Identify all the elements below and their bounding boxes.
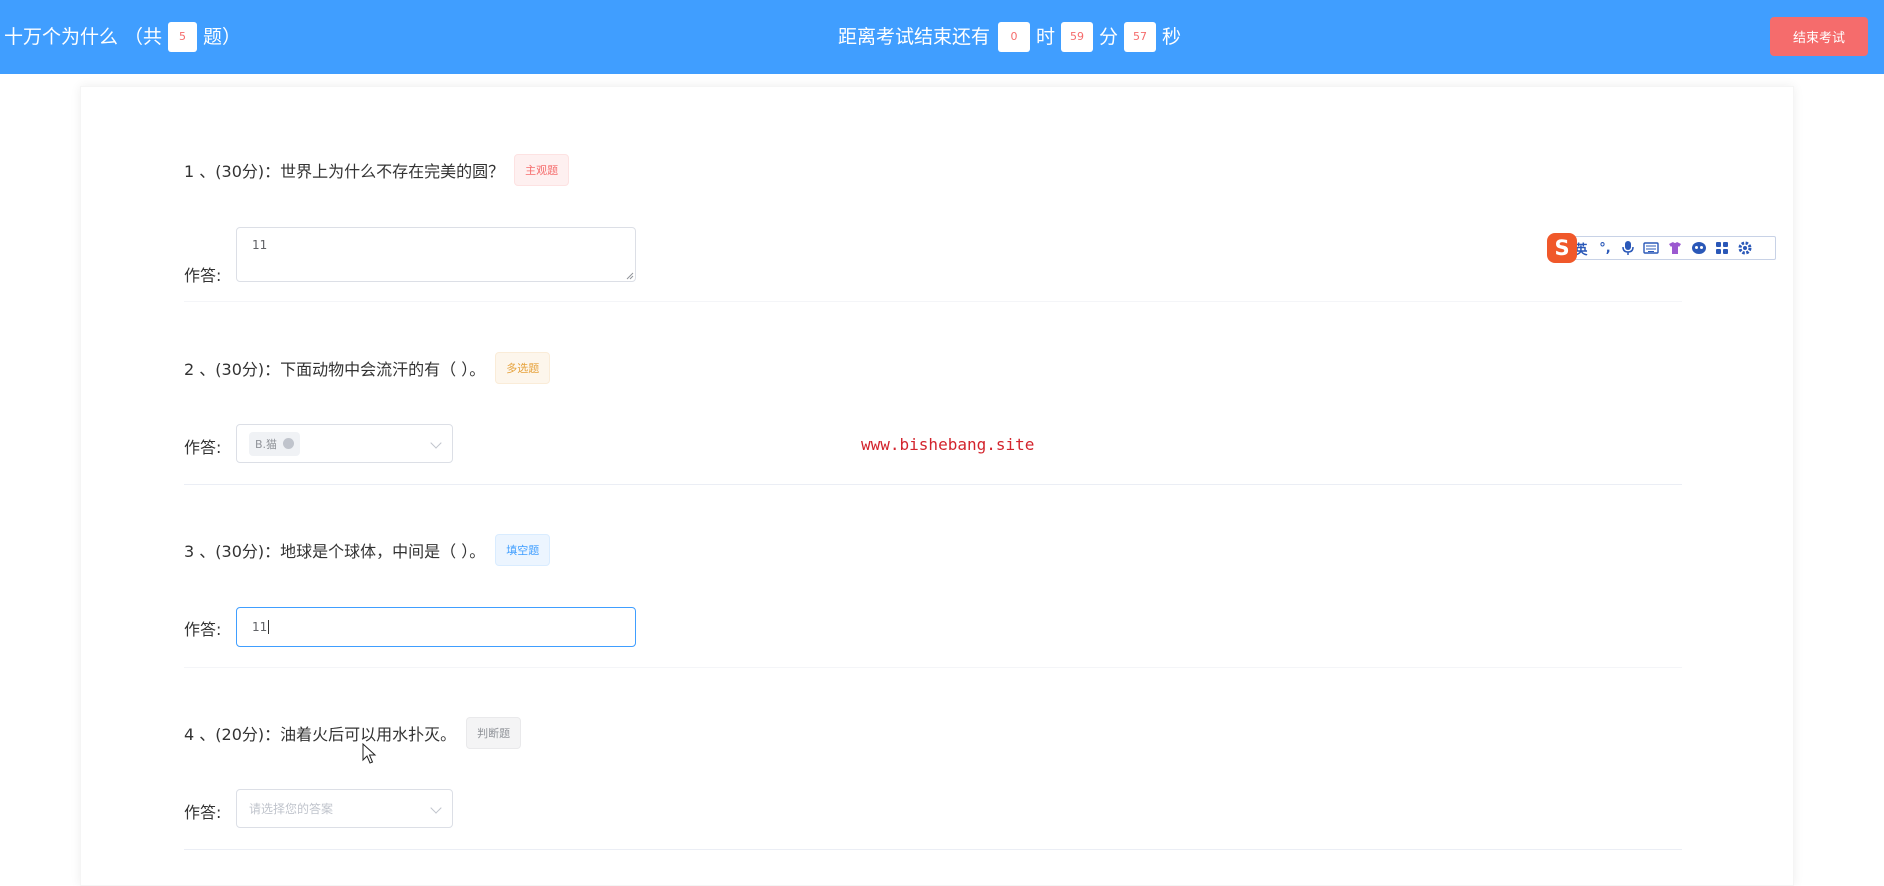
question-4: 4 、(20分)：油着火后可以用水扑灭。 判断题 <box>184 717 522 749</box>
chip-close-icon[interactable] <box>283 438 295 449</box>
hours-unit: 时 <box>1036 26 1056 48</box>
answer-input-3[interactable]: 11 <box>236 607 636 647</box>
selected-option-chip: B.猫 <box>249 431 301 456</box>
sogou-logo-icon[interactable]: S <box>1547 233 1577 263</box>
question-divider <box>184 484 1682 485</box>
exam-title-text: 十万个为什么 （共 <box>4 26 163 48</box>
text-cursor <box>268 620 270 634</box>
answer-label-2: 作答: <box>184 438 222 457</box>
answer-label-3: 作答: <box>184 620 222 639</box>
minutes-unit: 分 <box>1099 26 1119 48</box>
skin-icon[interactable] <box>1667 240 1683 256</box>
hours-box: 0 <box>998 22 1031 52</box>
mouse-pointer-icon <box>362 743 377 764</box>
apps-icon[interactable] <box>1715 241 1729 255</box>
chevron-down-icon <box>430 437 442 449</box>
end-exam-button[interactable]: 结束考试 <box>1770 17 1868 56</box>
emoji-icon[interactable] <box>1691 241 1707 255</box>
seconds-unit: 秒 <box>1162 26 1182 48</box>
question-divider <box>184 301 1682 302</box>
question-3-text: 3 、(30分)：地球是个球体，中间是（ ）。 <box>184 542 486 561</box>
question-divider <box>184 667 1682 668</box>
watermark-text: www.bishebang.site <box>861 435 1035 454</box>
question-2-type-tag: 多选题 <box>495 352 551 384</box>
question-count-badge: 5 <box>168 22 198 52</box>
question-2-text: 2 、(30分)：下面动物中会流汗的有（ ）。 <box>184 360 486 379</box>
minutes-box: 59 <box>1061 22 1094 52</box>
ime-punctuation-toggle[interactable]: °, <box>1597 241 1613 256</box>
question-2: 2 、(30分)：下面动物中会流汗的有（ ）。 多选题 <box>184 352 551 384</box>
answer-label-1: 作答: <box>184 266 222 285</box>
question-4-type-tag: 判断题 <box>466 717 522 749</box>
exam-card <box>80 86 1794 886</box>
keyboard-icon[interactable] <box>1643 241 1659 255</box>
chevron-down-icon <box>430 802 442 814</box>
selected-option-label: B.猫 <box>255 437 278 451</box>
question-1: 1 、(30分)：世界上为什么不存在完美的圆？ 主观题 <box>184 154 570 186</box>
countdown-prefix: 距离考试结束还有 <box>838 26 991 48</box>
answer-textarea-1[interactable]: 11 <box>236 227 636 282</box>
ime-toolbar: S 英 °, <box>1547 233 1776 263</box>
mic-icon[interactable] <box>1621 240 1635 256</box>
countdown-timer: 距离考试结束还有 0 时 59 分 57 秒 <box>838 22 1181 52</box>
answer-select-4[interactable]: 请选择您的答案 <box>236 789 453 828</box>
exam-header: 十万个为什么 （共 5 题） 距离考试结束还有 0 时 59 分 57 秒 结束… <box>0 0 1884 74</box>
question-1-text: 1 、(30分)：世界上为什么不存在完美的圆？ <box>184 162 505 181</box>
question-3-type-tag: 填空题 <box>495 534 551 566</box>
exam-title-suffix: 题） <box>203 26 242 48</box>
question-divider <box>184 849 1682 850</box>
exam-title: 十万个为什么 （共 5 题） <box>4 22 241 52</box>
question-3: 3 、(30分)：地球是个球体，中间是（ ）。 填空题 <box>184 534 551 566</box>
answer-multiselect-2[interactable]: B.猫 <box>236 424 453 463</box>
resize-grip-icon[interactable] <box>626 272 634 280</box>
select-placeholder: 请选择您的答案 <box>249 802 334 816</box>
answer-label-4: 作答: <box>184 803 222 822</box>
question-4-text: 4 、(20分)：油着火后可以用水扑灭。 <box>184 725 457 744</box>
answer-textarea-1-value: 11 <box>252 238 268 252</box>
seconds-box: 57 <box>1124 22 1157 52</box>
answer-input-3-value: 11 <box>252 620 268 634</box>
settings-icon[interactable] <box>1737 240 1753 256</box>
question-1-type-tag: 主观题 <box>514 154 570 186</box>
